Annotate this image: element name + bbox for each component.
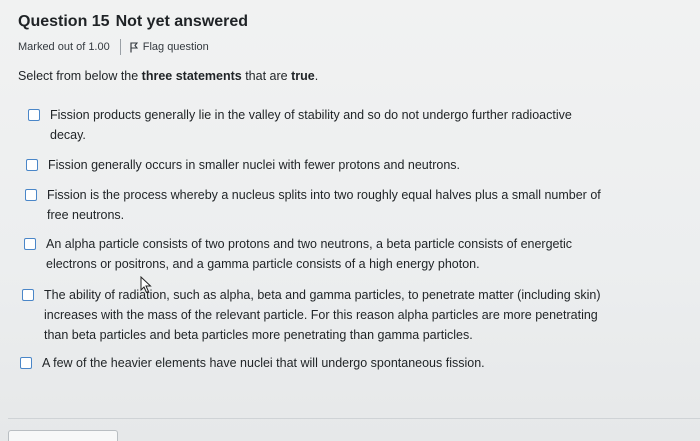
answer-option-5[interactable]: The ability of radiation, such as alpha,… (22, 285, 604, 345)
question-status: Not yet answered (115, 13, 249, 30)
answer-checkbox-2[interactable] (26, 159, 38, 171)
prompt-text-3: . (314, 69, 319, 83)
mouse-cursor-icon (140, 276, 152, 294)
answer-checkbox-5[interactable] (22, 289, 34, 301)
answer-checkbox-3[interactable] (25, 189, 37, 201)
answer-checkbox-4[interactable] (24, 238, 36, 250)
prompt-emphasis-1: three statements (141, 69, 242, 83)
flag-question-button[interactable]: Flag question (130, 41, 209, 53)
answer-text-6: A few of the heavier elements have nucle… (42, 356, 485, 370)
answer-text-5: The ability of radiation, such as alpha,… (44, 288, 601, 342)
flag-icon (130, 41, 138, 52)
section-divider (8, 418, 700, 419)
answer-option-4[interactable]: An alpha particle consists of two proton… (24, 234, 606, 274)
prompt-text-1: Select from below the (18, 69, 142, 83)
answer-text-4: An alpha particle consists of two proton… (46, 237, 572, 271)
question-prompt: Select from below the three statements t… (18, 69, 318, 83)
question-meta: Marked out of 1.00 Flag question (18, 39, 209, 55)
answer-checkbox-1[interactable] (28, 109, 40, 121)
answer-option-2[interactable]: Fission generally occurs in smaller nucl… (26, 155, 608, 175)
question-header: Question 15 Not yet answered (18, 13, 248, 31)
prompt-emphasis-2: true (291, 69, 315, 83)
answer-text-3: Fission is the process whereby a nucleus… (47, 188, 601, 222)
question-number: Question 15 (18, 13, 110, 30)
prompt-text-2: that are (241, 69, 292, 83)
meta-divider (119, 39, 121, 55)
answer-text-2: Fission generally occurs in smaller nucl… (48, 158, 460, 172)
flag-question-label: Flag question (142, 41, 209, 53)
answer-option-1[interactable]: Fission products generally lie in the va… (28, 105, 610, 145)
answer-text-1: Fission products generally lie in the va… (50, 108, 572, 142)
quiz-page: Question 15 Not yet answered Marked out o… (0, 0, 700, 441)
answer-option-3[interactable]: Fission is the process whereby a nucleus… (25, 185, 607, 225)
answer-checkbox-6[interactable] (20, 357, 32, 369)
marked-out-of: Marked out of 1.00 (18, 41, 110, 53)
answer-option-6[interactable]: A few of the heavier elements have nucle… (20, 353, 602, 373)
previous-page-button[interactable] (8, 430, 118, 441)
